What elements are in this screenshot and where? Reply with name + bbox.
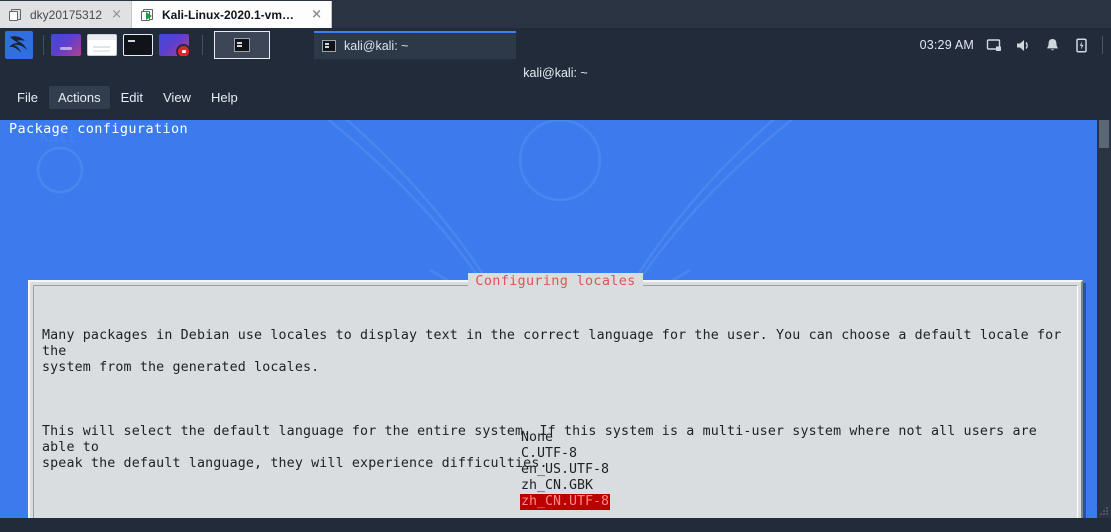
tab-close-icon[interactable]: ×: [309, 8, 322, 21]
locale-option-row[interactable]: zh_CN.GBK: [520, 478, 610, 494]
locale-option-row[interactable]: C.UTF-8: [520, 446, 610, 462]
menu-edit[interactable]: Edit: [112, 86, 152, 109]
resize-grip[interactable]: [1099, 506, 1109, 516]
vmware-tab-1[interactable]: Kali-Linux-2020.1-vmwar… ×: [131, 1, 332, 28]
bottom-bar: [0, 518, 1111, 532]
kali-taskbar: kali@kali: ~ 03:29 AM: [0, 28, 1111, 62]
locale-option-en-us-utf8[interactable]: en_US.UTF-8: [520, 462, 610, 477]
vmware-tab-0[interactable]: dky20175312 ×: [0, 1, 132, 28]
menu-actions[interactable]: Actions: [48, 85, 110, 109]
vmware-tab-label: dky20175312: [30, 7, 103, 22]
terminal-scrollbar[interactable]: [1097, 120, 1111, 532]
clock[interactable]: 03:29 AM: [920, 38, 974, 52]
screen: dky20175312 × Kali-Linux-2020.1-vmwar… ×: [0, 0, 1111, 532]
taskbar-separator: [43, 35, 44, 55]
tab-close-icon[interactable]: ×: [109, 8, 122, 21]
terminal-icon: [234, 38, 250, 52]
vmware-tab-strip: dky20175312 × Kali-Linux-2020.1-vmwar… ×: [0, 0, 1111, 28]
vmware-tab-label: Kali-Linux-2020.1-vmwar…: [161, 7, 303, 22]
taskbar-window-label: kali@kali: ~: [344, 39, 409, 53]
locale-option-row[interactable]: en_US.UTF-8: [520, 462, 610, 478]
window-icon: [9, 8, 23, 22]
locale-option-zh-cn-utf8[interactable]: zh_CN.UTF-8: [520, 494, 611, 510]
battery-icon[interactable]: [1073, 37, 1090, 54]
terminal-content: Kali Email Package configuration Configu…: [0, 120, 1111, 532]
system-tray: 03:29 AM: [920, 36, 1111, 54]
locale-option-row[interactable]: zh_CN.UTF-8: [520, 494, 611, 510]
terminal-menubar: File Actions Edit View Help: [0, 84, 1111, 110]
configuring-locales-dialog: Configuring locales Many packages in Deb…: [28, 273, 1083, 532]
terminal-launcher[interactable]: [123, 34, 153, 56]
terminal-title: kali@kali: ~: [523, 66, 588, 80]
menu-help[interactable]: Help: [202, 86, 247, 109]
locale-option-none[interactable]: None: [520, 430, 554, 445]
scrollbar-thumb[interactable]: [1099, 120, 1109, 148]
web-browser-launcher[interactable]: [51, 34, 81, 56]
volume-icon[interactable]: [1015, 37, 1032, 54]
bell-icon[interactable]: [1044, 37, 1061, 54]
locale-list[interactable]: None C.UTF-8 en_US.UTF-8 zh_CN.GBK zh_CN…: [520, 430, 611, 510]
taskbar-separator: [202, 35, 203, 55]
terminal-icon: [322, 40, 336, 52]
window-preview-button[interactable]: [214, 31, 270, 59]
display-icon[interactable]: [986, 37, 1003, 54]
kali-dragon-logo[interactable]: [2, 28, 36, 62]
tray-separator: [1102, 36, 1103, 54]
menu-file[interactable]: File: [8, 86, 47, 109]
terminal-window: kali@kali: ~ File Actions Edit View Help: [0, 62, 1111, 532]
locale-option-c-utf8[interactable]: C.UTF-8: [520, 446, 578, 461]
taskbar-window-button[interactable]: kali@kali: ~: [314, 31, 516, 59]
locale-option-zh-cn-gbk[interactable]: zh_CN.GBK: [520, 478, 594, 493]
file-manager-launcher[interactable]: [87, 34, 117, 56]
vm-play-icon: [140, 8, 155, 22]
screen-recorder-launcher[interactable]: [159, 34, 189, 56]
menu-view[interactable]: View: [154, 86, 200, 109]
dialog-paragraph-1: Many packages in Debian use locales to d…: [42, 328, 1062, 375]
locale-option-row[interactable]: None: [520, 430, 610, 446]
package-configuration-header: Package configuration: [9, 121, 189, 137]
